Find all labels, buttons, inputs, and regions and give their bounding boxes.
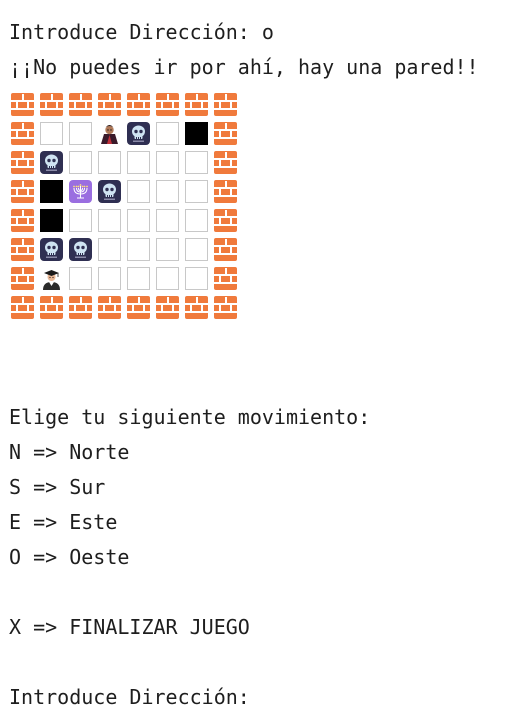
empty-square	[185, 238, 208, 261]
brick-wall-icon	[214, 238, 237, 261]
brick-wall-icon	[214, 122, 237, 145]
brick-wall-icon	[214, 93, 237, 116]
brick-wall-icon	[98, 296, 121, 319]
brick-wall-icon	[98, 93, 121, 116]
empty-square	[127, 209, 150, 232]
brick-wall-icon	[156, 93, 179, 116]
maze-row	[11, 177, 243, 206]
empty-square	[98, 267, 121, 290]
skull-icon	[40, 151, 63, 174]
empty-square	[98, 238, 121, 261]
empty-square	[98, 209, 121, 232]
brick-wall-icon	[127, 93, 150, 116]
maze-grid	[11, 90, 243, 322]
brick-wall-icon	[69, 296, 92, 319]
brick-wall-icon	[185, 296, 208, 319]
empty-square	[156, 238, 179, 261]
black-square	[40, 180, 63, 203]
skull-icon	[40, 238, 63, 261]
brick-wall-icon	[214, 180, 237, 203]
brick-wall-icon	[156, 296, 179, 319]
brick-wall-icon	[11, 296, 34, 319]
empty-square	[69, 267, 92, 290]
menu-option-exit: X => FINALIZAR JUEGO	[9, 615, 250, 639]
black-square	[185, 122, 208, 145]
empty-square	[127, 267, 150, 290]
menu-option-west: O => Oeste	[9, 545, 130, 569]
input-prompt-current[interactable]: Introduce Dirección:	[9, 680, 250, 715]
empty-square	[127, 180, 150, 203]
brick-wall-icon	[40, 296, 63, 319]
empty-square	[185, 180, 208, 203]
brick-wall-icon	[11, 122, 34, 145]
student-icon	[40, 267, 63, 290]
skull-icon	[127, 122, 150, 145]
brick-wall-icon	[11, 267, 34, 290]
brick-wall-icon	[214, 209, 237, 232]
maze-row	[11, 235, 243, 264]
empty-square	[156, 209, 179, 232]
menu-option-east: E => Este	[9, 510, 118, 534]
empty-square	[185, 267, 208, 290]
empty-square	[185, 209, 208, 232]
vampire-icon	[98, 122, 121, 145]
maze-row	[11, 264, 243, 293]
brick-wall-icon	[214, 296, 237, 319]
empty-square	[98, 151, 121, 174]
brick-wall-icon	[11, 238, 34, 261]
empty-square	[40, 122, 63, 145]
empty-square	[69, 209, 92, 232]
brick-wall-icon	[214, 151, 237, 174]
brick-wall-icon	[40, 93, 63, 116]
empty-square	[156, 267, 179, 290]
menorah-icon	[69, 180, 92, 203]
empty-square	[69, 122, 92, 145]
brick-wall-icon	[11, 209, 34, 232]
input-prompt-previous: Introduce Dirección: o	[9, 20, 274, 44]
maze-row	[11, 90, 243, 119]
black-square	[40, 209, 63, 232]
brick-wall-icon	[69, 93, 92, 116]
brick-wall-icon	[214, 267, 237, 290]
empty-square	[156, 151, 179, 174]
skull-icon	[98, 180, 121, 203]
empty-square	[127, 238, 150, 261]
empty-square	[127, 151, 150, 174]
brick-wall-icon	[11, 151, 34, 174]
menu-option-north: N => Norte	[9, 440, 130, 464]
empty-square	[156, 180, 179, 203]
terminal-output: Introduce Dirección: o ¡¡No puedes ir po…	[0, 0, 526, 714]
movement-menu-title: Elige tu siguiente movimiento:	[9, 405, 371, 429]
empty-square	[156, 122, 179, 145]
empty-square	[69, 151, 92, 174]
wall-warning-message: ¡¡No puedes ir por ahí, hay una pared!!	[9, 55, 479, 79]
skull-icon	[69, 238, 92, 261]
maze-row	[11, 119, 243, 148]
empty-square	[185, 151, 208, 174]
brick-wall-icon	[11, 93, 34, 116]
maze-row	[11, 293, 243, 322]
menu-option-south: S => Sur	[9, 475, 106, 499]
brick-wall-icon	[11, 180, 34, 203]
brick-wall-icon	[127, 296, 150, 319]
brick-wall-icon	[185, 93, 208, 116]
maze-row	[11, 148, 243, 177]
maze-row	[11, 206, 243, 235]
